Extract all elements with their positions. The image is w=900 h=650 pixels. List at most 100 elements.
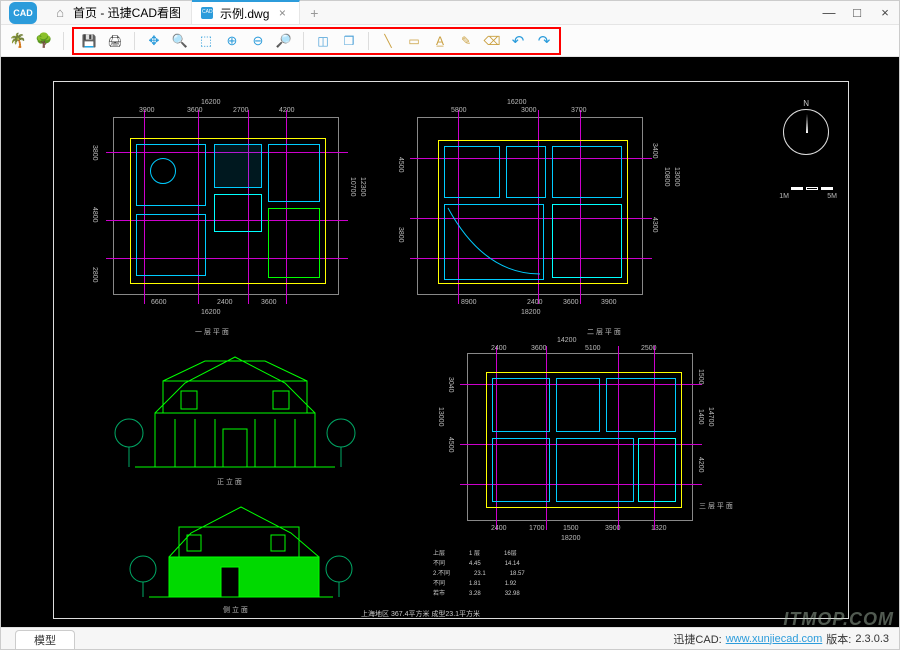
dim: 3900 (139, 107, 155, 114)
undo-button[interactable]: ↶ (507, 30, 529, 52)
dim: 2400 (491, 345, 507, 352)
dim: 3800 (91, 145, 98, 161)
erase-button[interactable]: ⌫ (481, 30, 503, 52)
zoom-realtime-icon: 🔎 (276, 33, 292, 49)
toolbar: 🌴 🌳 💾 🖨 ✥ 🔍 ⬚ ⊕ ⊖ 🔎 ◫ ❒ ╲ ▭ A̲ ✎ ⌫ ↶ ↷ (1, 25, 899, 57)
dim: 6600 (151, 299, 167, 306)
zoom-realtime-button[interactable]: 🔎 (273, 30, 295, 52)
dim: 3700 (571, 107, 587, 114)
dim: 3600 (187, 107, 203, 114)
app-logo: CAD (1, 1, 45, 24)
dim: 1400 (697, 409, 704, 425)
dim: 4500 (447, 437, 454, 453)
dim: 4200 (697, 457, 704, 473)
zoom-extents-button[interactable]: 🔍 (169, 30, 191, 52)
tab-close-button[interactable]: × (275, 6, 289, 20)
dim: 14700 (707, 407, 714, 426)
maximize-button[interactable]: □ (843, 1, 871, 24)
measure-distance-icon: ╲ (384, 34, 391, 48)
tab-document[interactable]: 示例.dwg × (192, 0, 300, 24)
elevation-front-label: 正 立 面 (217, 477, 242, 487)
dim: 13000 (437, 407, 444, 426)
dim: 8900 (461, 299, 477, 306)
sheet-title: 上海地区 367.4平方米 成型23.1平方米 (361, 609, 480, 619)
redo-button[interactable]: ↷ (533, 30, 555, 52)
toolbar-separator (63, 32, 64, 50)
3d-view-icon: ◫ (317, 34, 328, 48)
status-bar: 模型 迅捷CAD: www.xunjiecad.com 版本: 2.3.0.3 (1, 627, 899, 649)
status-url-link[interactable]: www.xunjiecad.com (726, 633, 823, 645)
tree-tool[interactable]: 🌳 (33, 30, 55, 52)
dim: 2400 (217, 299, 233, 306)
home-icon: ⌂ (53, 6, 67, 20)
toolbar-separator (134, 32, 135, 50)
status-version-label: 版本: (826, 631, 851, 647)
compass-north-label: N (803, 99, 809, 108)
dim: 16200 (201, 99, 220, 106)
print-icon: 🖨 (107, 34, 122, 48)
elevation-front (105, 347, 365, 477)
minimize-button[interactable]: — (815, 1, 843, 24)
dim: 4800 (91, 207, 98, 223)
dim: 16200 (507, 99, 526, 106)
dim: 5100 (585, 345, 601, 352)
zoom-out-button[interactable]: ⊖ (247, 30, 269, 52)
print-button[interactable]: 🖨 (104, 30, 126, 52)
zoom-window-icon: ⬚ (200, 33, 212, 49)
dim: 1700 (529, 525, 545, 532)
dim: 2500 (641, 345, 657, 352)
annotate-icon: ✎ (461, 34, 471, 48)
toolbar-separator (303, 32, 304, 50)
tab-home-label: 首页 - 迅捷CAD看图 (73, 4, 181, 21)
palm-tool[interactable]: 🌴 (7, 30, 29, 52)
dim: 3800 (397, 227, 404, 243)
zoom-in-button[interactable]: ⊕ (221, 30, 243, 52)
zoom-out-icon: ⊖ (253, 33, 264, 49)
app-logo-badge: CAD (9, 2, 37, 24)
tab-document-label: 示例.dwg (220, 5, 269, 22)
dim: 4200 (279, 107, 295, 114)
tab-add-button[interactable]: + (300, 1, 328, 24)
palm-icon: 🌴 (9, 32, 26, 49)
dim: 18200 (521, 309, 540, 316)
3d-box-button[interactable]: ❒ (338, 30, 360, 52)
annotate-button[interactable]: ✎ (455, 30, 477, 52)
plan-second-floor (417, 117, 643, 295)
close-button[interactable]: × (871, 1, 899, 24)
tab-home[interactable]: ⌂ 首页 - 迅捷CAD看图 (45, 1, 192, 24)
text-button[interactable]: A̲ (429, 30, 451, 52)
toolbar-highlighted-group: 💾 🖨 ✥ 🔍 ⬚ ⊕ ⊖ 🔎 ◫ ❒ ╲ ▭ A̲ ✎ ⌫ ↶ ↷ (72, 27, 561, 55)
plan-second-floor-label: 二 层 平 面 (587, 327, 621, 337)
window-controls: — □ × (815, 1, 899, 24)
dim: 2400 (527, 299, 543, 306)
dim: 16200 (201, 309, 220, 316)
tab-bar: CAD ⌂ 首页 - 迅捷CAD看图 示例.dwg × + — □ × (1, 1, 899, 25)
save-icon: 💾 (82, 34, 97, 48)
pan-button[interactable]: ✥ (143, 30, 165, 52)
scale-left: 1M (779, 193, 789, 200)
zoom-window-button[interactable]: ⬚ (195, 30, 217, 52)
drawing-canvas[interactable]: N 1M 5M 16200 3900 3600 2700 4200 (1, 57, 899, 627)
dim: 1500 (563, 525, 579, 532)
dim: 3000 (521, 107, 537, 114)
dim: 2400 (491, 525, 507, 532)
measure-area-button[interactable]: ▭ (403, 30, 425, 52)
elevation-side-label: 侧 立 面 (223, 605, 248, 615)
toolbar-separator (368, 32, 369, 50)
dim: 3400 (651, 143, 658, 159)
save-button[interactable]: 💾 (78, 30, 100, 52)
legend-table: 上层1 层16层 不同4.4514.14 2.不同23.118.57 不同1.8… (433, 549, 633, 599)
elevation-side (121, 487, 361, 607)
3d-box-icon: ❒ (344, 34, 355, 48)
status-tab-model[interactable]: 模型 (15, 630, 75, 649)
measure-distance-button[interactable]: ╲ (377, 30, 399, 52)
pan-icon: ✥ (149, 33, 160, 49)
plan-third-floor (467, 353, 693, 521)
3d-view-button[interactable]: ◫ (312, 30, 334, 52)
dim: 3900 (601, 299, 617, 306)
dim: 3900 (605, 525, 621, 532)
tree-icon: 🌳 (35, 32, 52, 49)
dim: 10800 (663, 167, 670, 186)
dim: 4300 (651, 217, 658, 233)
compass (783, 109, 829, 155)
